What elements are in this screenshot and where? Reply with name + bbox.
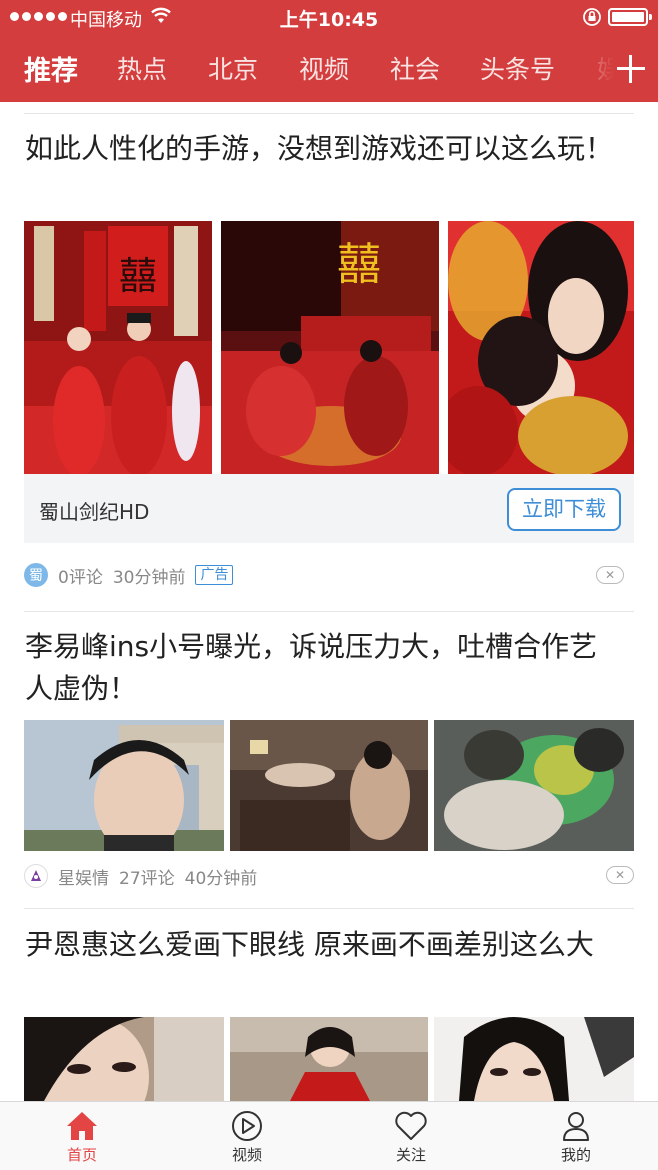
nav-mine-label: 我的	[560, 1146, 591, 1164]
rotation-lock-icon	[583, 8, 601, 26]
tab-hot[interactable]: 热点	[117, 50, 167, 86]
article-photo-eyeliner-2[interactable]	[230, 1017, 428, 1101]
dislike-close-icon[interactable]: ✕	[596, 566, 624, 584]
home-icon	[67, 1112, 97, 1140]
nav-video-label: 视频	[231, 1146, 262, 1164]
nav-home[interactable]: 首页	[47, 1110, 117, 1165]
add-channel-icon[interactable]	[616, 54, 646, 84]
nav-follow-label: 关注	[395, 1146, 426, 1164]
tab-headline-account[interactable]: 头条号	[480, 50, 555, 86]
publish-time: 30分钟前	[112, 567, 186, 588]
bottom-tab-bar: 首页 视频 关注 我的	[0, 1101, 658, 1170]
article-photo-eyeliner-3[interactable]	[434, 1017, 634, 1101]
article-photo-room[interactable]	[230, 720, 428, 851]
status-time: 上午10:45	[279, 9, 379, 31]
feed-divider	[24, 113, 634, 114]
article-title[interactable]: 尹恩惠这么爱画下眼线 原来画不画差别这么大	[25, 924, 615, 966]
play-icon	[232, 1111, 262, 1141]
svg-text:囍: 囍	[119, 254, 157, 298]
article-title[interactable]: 如此人性化的手游，没想到游戏还可以这么玩！	[25, 128, 615, 170]
source-avatar-icon	[24, 864, 48, 888]
article-photo-arch[interactable]	[24, 720, 224, 851]
game-screenshot-couple[interactable]	[448, 221, 634, 474]
article-meta: 星娱情 27评论 40分钟前	[24, 862, 267, 890]
source-avatar-icon: 蜀	[24, 563, 48, 587]
nav-video[interactable]: 视频	[212, 1110, 282, 1165]
comment-count: 0评论	[58, 567, 103, 588]
tab-video[interactable]: 视频	[299, 50, 349, 86]
feed-divider	[24, 611, 634, 612]
svg-text:囍: 囍	[337, 239, 381, 290]
game-screenshot-wedding-hall[interactable]: 囍	[24, 221, 212, 474]
tab-society[interactable]: 社会	[390, 50, 440, 86]
comment-count: 27评论	[119, 868, 175, 889]
status-bar: 中国移动 上午10:45	[0, 0, 658, 34]
heart-icon	[395, 1111, 427, 1140]
nav-home-label: 首页	[66, 1146, 97, 1164]
article-photo-eyeliner-1[interactable]	[24, 1017, 224, 1101]
nav-mine[interactable]: 我的	[541, 1110, 611, 1165]
ad-badge: 广告	[195, 565, 234, 585]
game-screenshot-ceremony[interactable]: 囍	[221, 221, 439, 474]
ad-app-name: 蜀山剑纪HD	[39, 500, 150, 524]
nav-follow[interactable]: 关注	[376, 1110, 446, 1165]
user-icon	[563, 1112, 589, 1141]
channel-tabs: 推荐 热点 北京 视频 社会 头条号 娱	[0, 40, 658, 98]
article-title[interactable]: 李易峰ins小号曝光，诉说压力大，吐槽合作艺人虚伪！	[25, 626, 615, 710]
dislike-close-icon[interactable]: ✕	[606, 866, 634, 884]
tab-recommend[interactable]: 推荐	[24, 49, 78, 88]
tab-beijing[interactable]: 北京	[208, 50, 258, 86]
battery-icon	[608, 8, 652, 26]
source-name[interactable]: 星娱情	[58, 864, 109, 889]
feed-divider	[24, 908, 634, 909]
ad-download-bar: 蜀山剑纪HD 立即下载	[24, 474, 634, 543]
top-header: 中国移动 上午10:45 推荐 热点 北京 视频 社会 头条号 娱	[0, 0, 658, 102]
download-button[interactable]: 立即下载	[507, 488, 621, 531]
article-meta: 蜀 0评论 30分钟前 广告	[24, 561, 243, 589]
article-photo-costume[interactable]	[434, 720, 634, 851]
publish-time: 40分钟前	[184, 868, 258, 889]
